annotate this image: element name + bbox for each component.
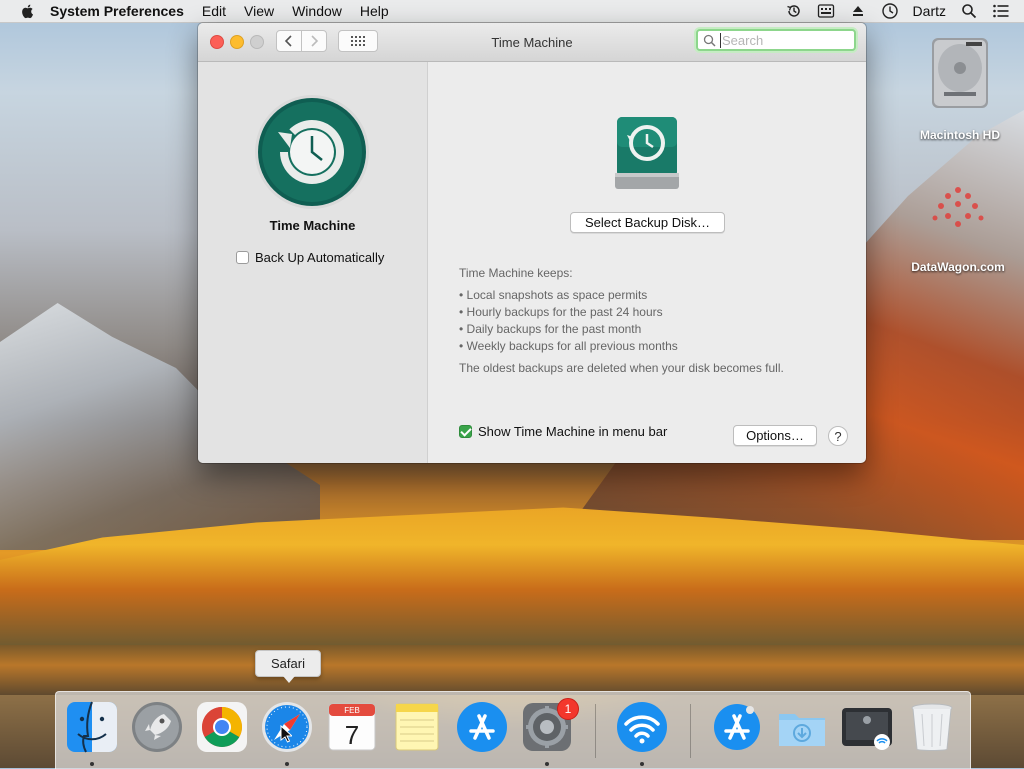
chrome-icon[interactable] (195, 700, 249, 754)
desktop-item-label: DataWagon.com (911, 260, 1005, 274)
running-indicator (90, 762, 94, 766)
menu-user-name[interactable]: Dartz (913, 3, 946, 19)
time-machine-label: Time Machine (269, 218, 356, 233)
dock-separator (595, 704, 596, 758)
time-machine-icon (255, 95, 369, 209)
menu-window[interactable]: Window (292, 3, 342, 19)
hard-drive-icon (932, 38, 988, 108)
menu-app-name[interactable]: System Preferences (50, 3, 184, 19)
menu-help[interactable]: Help (360, 3, 389, 19)
dock-tooltip: Safari (255, 650, 321, 683)
app-store-download-icon[interactable] (710, 700, 764, 754)
menu-bar: System Preferences Edit View Window Help… (0, 0, 1024, 23)
menu-view[interactable]: View (244, 3, 274, 19)
main-pane: Select Backup Disk… Time Machine keeps: … (428, 62, 866, 463)
search-field[interactable]: Search (696, 29, 856, 51)
calendar-icon[interactable]: FEB 7 (325, 700, 379, 754)
oldest-backups-note: The oldest backups are deleted when your… (459, 361, 784, 375)
notification-badge: 1 (557, 698, 579, 720)
datawagon-logo-icon (932, 187, 984, 227)
show-in-menubar-row[interactable]: Show Time Machine in menu bar (459, 424, 667, 439)
desktop-item-macintosh-hd[interactable]: Macintosh HD (910, 34, 1010, 142)
list-item: Daily backups for the past month (459, 321, 784, 338)
desktop-item-datawagon[interactable]: DataWagon.com (900, 180, 1016, 274)
wallpaper-lake (0, 645, 1024, 695)
running-indicator (285, 762, 289, 766)
options-button[interactable]: Options… (733, 425, 817, 446)
keeps-heading: Time Machine keeps: (459, 266, 573, 280)
keyboard-viewer-icon[interactable] (817, 2, 835, 20)
trash-icon[interactable] (905, 700, 959, 754)
auto-backup-checkbox[interactable] (236, 251, 249, 264)
time-machine-status-icon[interactable] (785, 2, 803, 20)
search-placeholder: Search (720, 32, 764, 48)
running-indicator (640, 762, 644, 766)
auto-backup-checkbox-row[interactable]: Back Up Automatically (236, 250, 384, 265)
show-in-menubar-checkbox[interactable] (459, 425, 472, 438)
network-utility-icon[interactable] (840, 700, 894, 754)
select-backup-disk-button[interactable]: Select Backup Disk… (570, 212, 725, 233)
list-item: Local snapshots as space permits (459, 287, 784, 304)
sidebar: Time Machine Back Up Automatically (198, 62, 428, 463)
dock-separator (690, 704, 691, 758)
show-in-menubar-label[interactable]: Show Time Machine in menu bar (478, 424, 667, 439)
apple-menu-icon[interactable] (20, 3, 36, 19)
finder-icon[interactable] (65, 700, 119, 754)
system-preferences-window: Time Machine Search Time Machine Back Up… (198, 23, 866, 463)
search-icon (703, 34, 716, 47)
clock-icon[interactable] (881, 2, 899, 20)
backup-disk-icon (615, 117, 679, 189)
list-item: Hourly backups for the past 24 hours (459, 304, 784, 321)
eject-icon[interactable] (849, 2, 867, 20)
keeps-list: Local snapshots as space permits Hourly … (459, 287, 784, 355)
calendar-month: FEB (344, 706, 360, 715)
calendar-day: 7 (345, 720, 359, 750)
spotlight-search-icon[interactable] (960, 2, 978, 20)
desktop-item-label: Macintosh HD (919, 128, 1000, 142)
app-store-icon[interactable] (455, 700, 509, 754)
dock: FEB 7 (55, 691, 971, 769)
notes-icon[interactable] (390, 700, 444, 754)
running-indicator (545, 762, 549, 766)
launchpad-icon[interactable] (130, 700, 184, 754)
mouse-cursor-icon (280, 725, 292, 743)
notification-center-icon[interactable] (992, 2, 1010, 20)
auto-backup-label[interactable]: Back Up Automatically (255, 250, 384, 265)
list-item: Weekly backups for all previous months (459, 338, 784, 355)
menu-edit[interactable]: Edit (202, 3, 226, 19)
downloads-folder-icon[interactable] (775, 700, 829, 754)
backup-info: Time Machine keeps: Local snapshots as s… (459, 265, 784, 377)
help-button[interactable]: ? (828, 426, 848, 446)
window-titlebar[interactable]: Time Machine Search (198, 23, 866, 62)
wifi-utility-icon[interactable] (615, 700, 669, 754)
